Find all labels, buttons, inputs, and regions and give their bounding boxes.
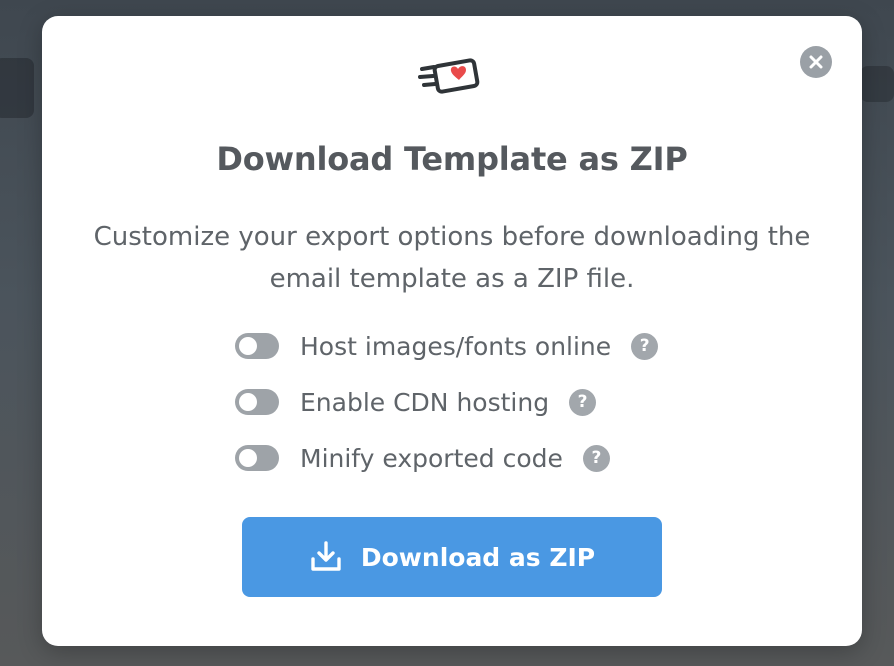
background-shape <box>860 66 894 102</box>
host-images-toggle[interactable] <box>235 333 279 359</box>
option-host-images: Host images/fonts online ? <box>235 326 659 366</box>
cdn-hosting-toggle[interactable] <box>235 389 279 415</box>
option-cdn-hosting: Enable CDN hosting ? <box>235 382 597 422</box>
option-label: Minify exported code <box>300 443 563 473</box>
email-heart-icon <box>418 58 480 94</box>
close-button[interactable] <box>800 46 832 78</box>
minify-code-toggle[interactable] <box>235 445 279 471</box>
download-dialog: Download Template as ZIP Customize your … <box>42 16 862 646</box>
help-icon[interactable]: ? <box>582 444 610 472</box>
download-button-label: Download as ZIP <box>360 542 596 572</box>
download-icon <box>311 541 341 571</box>
background-shape <box>0 58 34 118</box>
help-icon[interactable]: ? <box>631 332 659 360</box>
option-label: Host images/fonts online <box>300 331 612 361</box>
download-zip-button[interactable]: Download as ZIP <box>242 517 662 597</box>
dialog-description: Customize your export options before dow… <box>93 222 811 294</box>
option-label: Enable CDN hosting <box>300 387 550 417</box>
help-icon[interactable]: ? <box>569 388 597 416</box>
dialog-title: Download Template as ZIP <box>216 140 688 178</box>
close-icon <box>809 55 823 69</box>
option-minify-code: Minify exported code ? <box>235 438 610 478</box>
